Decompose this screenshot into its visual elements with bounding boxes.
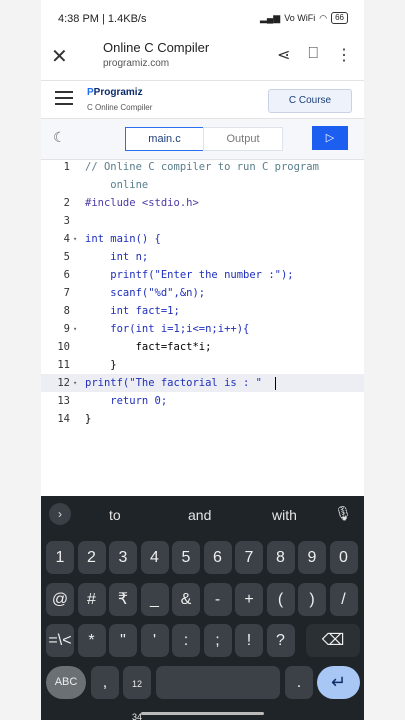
status-time: 4:38 PM | 1.4KB/s bbox=[58, 13, 147, 25]
symbol-key[interactable]: + bbox=[235, 583, 263, 616]
signal-icon: ▂▄▆ bbox=[259, 12, 281, 23]
symbol-key[interactable]: @ bbox=[46, 583, 74, 616]
network-label: Vo WiFi bbox=[284, 13, 316, 23]
menu-icon[interactable] bbox=[55, 91, 73, 109]
site-header: PProgramiz C Online Compiler C Course bbox=[41, 80, 364, 119]
symbol-key[interactable]: / bbox=[329, 583, 358, 616]
number-key[interactable]: 8 bbox=[266, 541, 295, 574]
status-icons: ▂▄▆ Vo WiFi ◠ 66 bbox=[260, 12, 348, 24]
code-line: 13 return 0; bbox=[57, 395, 168, 407]
c-course-button[interactable]: C Course bbox=[268, 89, 352, 113]
backspace-icon: ⌫ bbox=[321, 632, 345, 649]
suggestion-bar: › to and with 🎙 bbox=[41, 496, 364, 534]
enter-key[interactable]: ↵ bbox=[317, 666, 360, 699]
number-key[interactable]: 6 bbox=[203, 541, 232, 574]
symbol-key[interactable]: ; bbox=[203, 624, 232, 657]
code-line: 4 ▾ int main() { bbox=[41, 230, 364, 248]
editor-tabs: ☾ main.c Output ▷ bbox=[41, 118, 364, 160]
code-line: 9 ▾ for(int i=1;i<=n;i++){ bbox=[41, 320, 364, 338]
dark-mode-icon[interactable]: ☾ bbox=[53, 129, 66, 146]
code-line: 8 int fact=1; bbox=[63, 305, 180, 317]
tab-main-c[interactable]: main.c bbox=[125, 127, 204, 151]
fold-arrow-icon: ▾ bbox=[73, 379, 78, 387]
symbol-key[interactable]: & bbox=[172, 583, 200, 616]
symbol-key[interactable]: ) bbox=[298, 583, 326, 616]
symbol-key[interactable]: =\< bbox=[46, 624, 74, 657]
code-line: 14} bbox=[57, 413, 92, 425]
symbol-key[interactable]: ( bbox=[266, 583, 295, 616]
chevron-right-icon[interactable]: › bbox=[49, 503, 71, 525]
number-key[interactable]: 7 bbox=[235, 541, 263, 574]
more-menu-icon[interactable]: ⋮ bbox=[336, 45, 352, 65]
abc-key[interactable]: ABC bbox=[46, 666, 86, 699]
backspace-key[interactable]: ⌫ bbox=[306, 624, 360, 657]
text-cursor bbox=[275, 377, 276, 390]
code-line: 1// Online C compiler to run C program bbox=[63, 161, 319, 173]
code-line: 11 } bbox=[57, 359, 117, 371]
code-line: 10 fact=fact*i; bbox=[57, 341, 212, 353]
symbol-key[interactable]: - bbox=[203, 583, 232, 616]
fold-arrow-icon: ▾ bbox=[73, 235, 78, 243]
number-key[interactable]: 0 bbox=[329, 541, 358, 574]
symbol-key[interactable]: # bbox=[77, 583, 106, 616]
enter-icon: ↵ bbox=[330, 672, 347, 692]
page-url: programiz.com bbox=[103, 58, 170, 69]
code-line: 2 #include <stdio.h> bbox=[63, 197, 199, 209]
symbol-key[interactable]: ' bbox=[140, 624, 169, 657]
suggestion-word[interactable]: to bbox=[109, 507, 121, 523]
numpad-key[interactable]: 12 34 bbox=[123, 666, 151, 720]
bookmark-icon[interactable]: ⎕ bbox=[308, 45, 318, 65]
symbol-key[interactable]: ₹ bbox=[109, 583, 137, 616]
battery-icon: 66 bbox=[331, 12, 348, 24]
symbol-key[interactable]: ! bbox=[235, 624, 263, 657]
number-key[interactable]: 5 bbox=[172, 541, 200, 574]
right-margin bbox=[364, 0, 405, 720]
period-key[interactable]: . bbox=[285, 666, 313, 699]
number-key[interactable]: 3 bbox=[109, 541, 137, 574]
symbol-key[interactable]: : bbox=[172, 624, 200, 657]
run-button[interactable]: ▷ bbox=[312, 126, 348, 150]
symbol-key[interactable]: * bbox=[77, 624, 106, 657]
code-line: 6 printf("Enter the number :"); bbox=[63, 269, 294, 281]
close-icon[interactable]: ✕ bbox=[51, 44, 68, 69]
code-line: 5 int n; bbox=[63, 251, 149, 263]
comma-key[interactable]: , bbox=[91, 666, 119, 699]
fold-arrow-icon: ▾ bbox=[73, 325, 78, 333]
code-line: 3 bbox=[63, 215, 70, 227]
on-screen-keyboard: › to and with 🎙 ABC , 12 34 . ↵ 12345678… bbox=[41, 496, 364, 720]
page-title: Online C Compiler bbox=[103, 40, 210, 55]
site-logo[interactable]: PProgramiz bbox=[87, 87, 143, 98]
number-key[interactable]: 9 bbox=[298, 541, 326, 574]
phone-screen: 4:38 PM | 1.4KB/s ▂▄▆ Vo WiFi ◠ 66 ✕ Onl… bbox=[41, 0, 364, 720]
number-key[interactable]: 2 bbox=[77, 541, 106, 574]
suggestion-word[interactable]: and bbox=[188, 507, 211, 523]
left-margin bbox=[0, 0, 41, 720]
code-editor[interactable]: 1// Online C compiler to run C program o… bbox=[41, 158, 364, 438]
status-bar: 4:38 PM | 1.4KB/s ▂▄▆ Vo WiFi ◠ 66 bbox=[41, 0, 364, 38]
code-line: 7 scanf("%d",&n); bbox=[63, 287, 206, 299]
number-key[interactable]: 1 bbox=[46, 541, 74, 574]
tab-output[interactable]: Output bbox=[203, 127, 283, 151]
browser-toolbar: ✕ Online C Compiler programiz.com ⋖ ⎕ ⋮ bbox=[41, 38, 364, 74]
code-line-active: 12 ▾ printf("The factorial is : " bbox=[41, 374, 364, 392]
wifi-icon: ◠ bbox=[319, 12, 328, 23]
microphone-icon[interactable]: 🎙 bbox=[334, 505, 352, 522]
logo-text: Programiz bbox=[93, 87, 143, 98]
play-icon: ▷ bbox=[325, 132, 335, 144]
symbol-key[interactable]: " bbox=[109, 624, 137, 657]
symbol-key[interactable]: ? bbox=[266, 624, 295, 657]
suggestion-word[interactable]: with bbox=[272, 507, 297, 523]
gesture-bar bbox=[141, 712, 264, 715]
share-icon[interactable]: ⋖ bbox=[277, 45, 290, 65]
number-key[interactable]: 4 bbox=[140, 541, 169, 574]
symbol-key[interactable]: _ bbox=[140, 583, 169, 616]
code-line: online bbox=[85, 179, 149, 191]
logo-subtitle: C Online Compiler bbox=[87, 103, 153, 112]
space-key[interactable] bbox=[156, 666, 280, 699]
